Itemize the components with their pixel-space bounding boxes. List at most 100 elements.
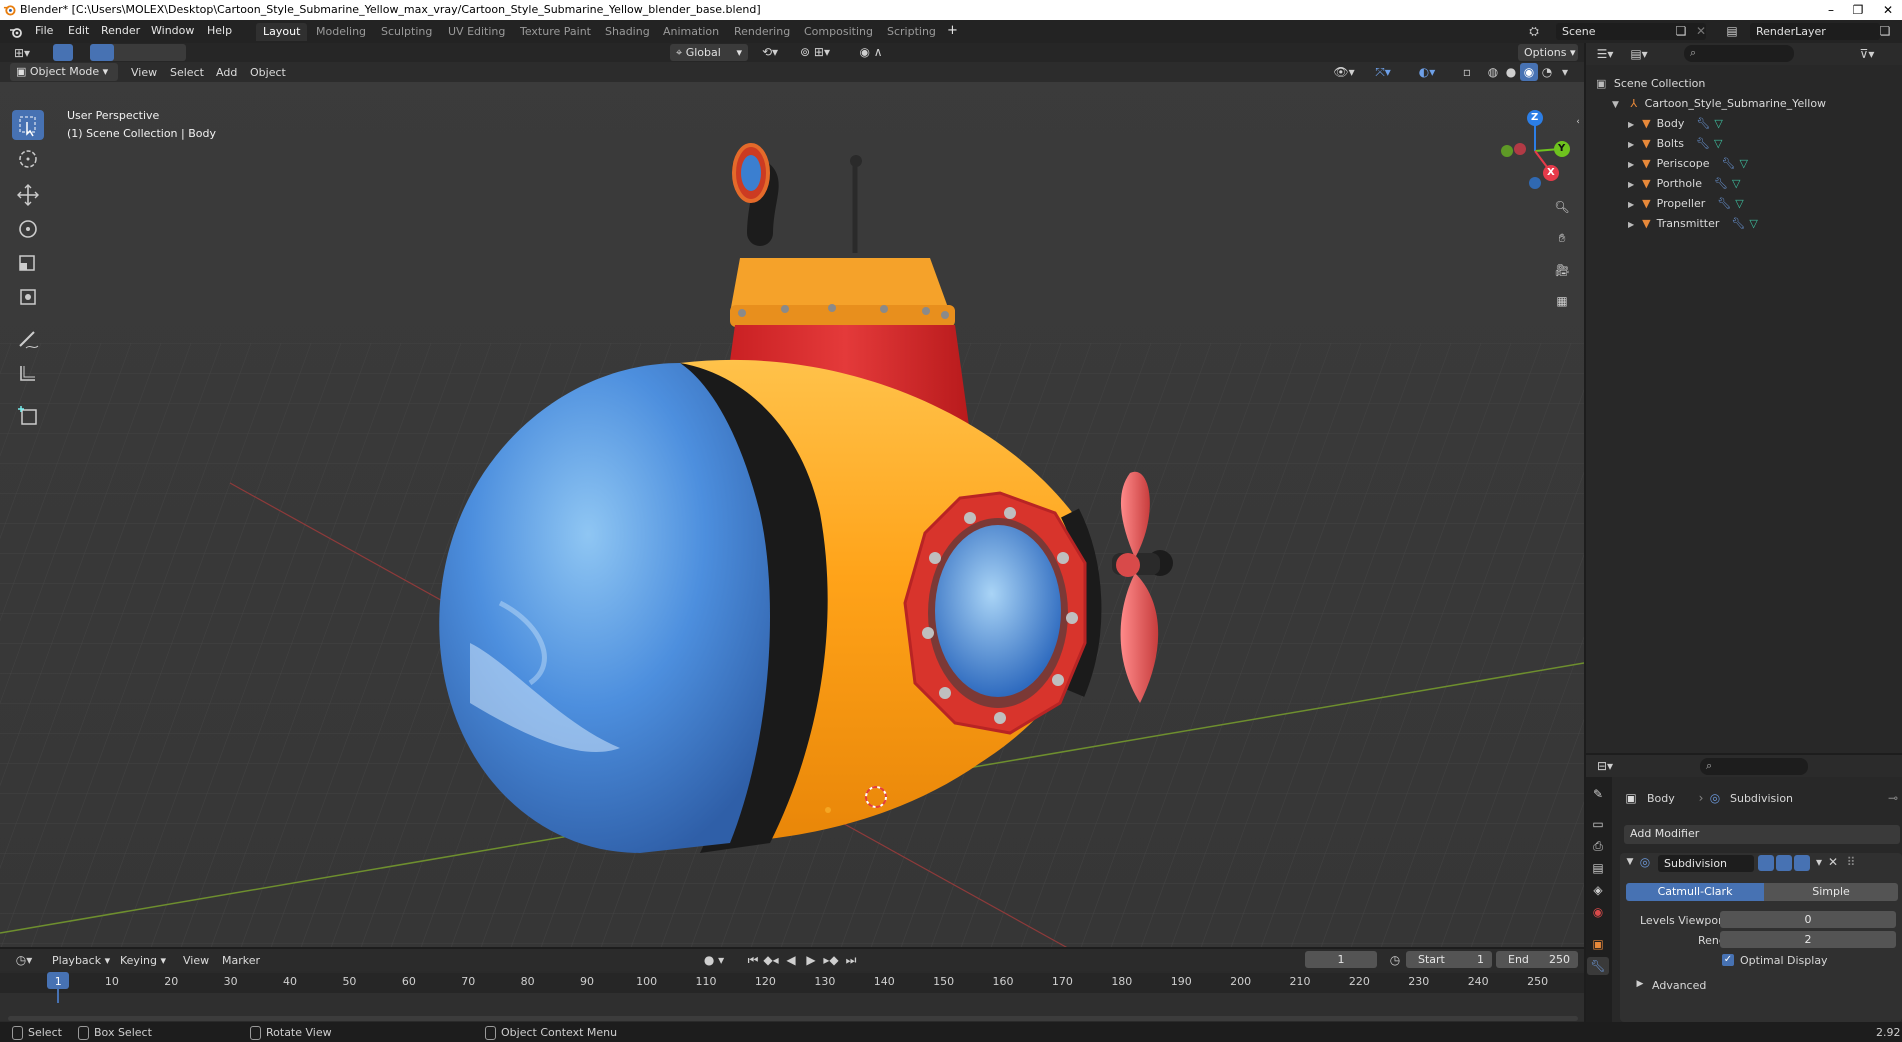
menu-file[interactable]: File <box>35 24 53 37</box>
cursor-tool-icon[interactable] <box>12 144 44 174</box>
camera-view-icon[interactable]: 🎥︎ <box>1552 261 1572 279</box>
annotate-tool-icon[interactable] <box>12 324 44 354</box>
render-properties-tab-icon[interactable]: ▭ <box>1589 815 1607 833</box>
object-mode-dropdown[interactable]: ▣ Object Mode ▾ <box>10 63 118 81</box>
mesh-data-icon[interactable]: ▽ <box>1714 117 1722 130</box>
timeline-scrollbar[interactable] <box>8 1016 1578 1021</box>
select-box-tool-icon[interactable] <box>12 110 44 140</box>
timeline-menu-keying[interactable]: Keying ▾ <box>120 954 166 967</box>
outliner-item-bolts[interactable]: ▶ ▼ Bolts 🔧︎ ▽ <box>1628 137 1902 157</box>
pivot-point-icon[interactable]: ⟲▾ <box>755 43 785 61</box>
toggle-perspective-icon[interactable]: ▦ <box>1552 292 1572 310</box>
workspace-tab-compositing[interactable]: Compositing <box>797 23 880 41</box>
viewport-menu-select[interactable]: Select <box>170 66 204 79</box>
workspace-tab-shading[interactable]: Shading <box>598 23 657 41</box>
menu-edit[interactable]: Edit <box>68 24 89 37</box>
tool-properties-tab-icon[interactable]: ✎ <box>1589 785 1607 803</box>
jump-next-keyframe-icon[interactable]: ▸◆ <box>823 951 839 969</box>
filter-icon[interactable]: ⊽▾ <box>1852 45 1882 63</box>
shading-options-icon[interactable]: ▾ <box>1558 63 1572 81</box>
new-scene-icon[interactable]: ❏ <box>1672 22 1690 40</box>
timeline-editor-type-icon[interactable]: ◷▾ <box>10 951 38 969</box>
workspace-tab-texture-paint[interactable]: Texture Paint <box>513 23 598 41</box>
outliner-scene-collection[interactable]: ▣ Scene Collection <box>1596 77 1896 97</box>
workspace-tab-uv-editing[interactable]: UV Editing <box>441 23 512 41</box>
start-frame-field[interactable]: Start 1 <box>1406 951 1492 968</box>
view-layer-icon[interactable]: ▤ <box>1722 22 1742 40</box>
viewport-menu-add[interactable]: Add <box>216 66 237 79</box>
proportional-editing-icon[interactable]: ◉ ∧ <box>846 43 896 61</box>
gizmo-x-label[interactable]: X <box>1547 167 1555 178</box>
modifier-icon[interactable]: 🔧︎ <box>1696 117 1710 130</box>
select-tool-settings-icon[interactable] <box>53 44 73 61</box>
edit-mode-toggle-icon[interactable] <box>1758 855 1774 871</box>
modifier-icon[interactable]: 🔧︎ <box>1714 177 1728 190</box>
expand-arrow-icon[interactable]: ▼ <box>1612 100 1619 110</box>
move-tool-icon[interactable] <box>12 180 44 210</box>
auto-keying-icon[interactable]: ● ▾ <box>700 951 728 969</box>
add-modifier-dropdown[interactable]: Add Modifier <box>1624 825 1900 844</box>
delete-scene-icon[interactable]: ✕ <box>1692 22 1710 40</box>
catmull-clark-button[interactable]: Catmull-Clark <box>1626 883 1764 901</box>
selection-mode-buttons[interactable] <box>90 44 186 61</box>
timeline-menu-playback[interactable]: Playback ▾ <box>52 954 110 967</box>
area-divider-vertical[interactable] <box>1584 43 1586 1022</box>
visibility-selectability-icon[interactable]: 👁︎▾ <box>1330 63 1358 81</box>
scale-tool-icon[interactable] <box>12 248 44 278</box>
world-properties-tab-icon[interactable]: ◉ <box>1589 903 1607 921</box>
workspace-tab-rendering[interactable]: Rendering <box>727 23 797 41</box>
collapse-modifier-icon[interactable]: ▼ <box>1624 853 1636 871</box>
gizmo-z-label[interactable]: Z <box>1531 112 1538 123</box>
add-workspace-button[interactable]: + <box>947 23 958 38</box>
outliner-item-body[interactable]: ▶ ▼ Body 🔧︎ ▽ <box>1628 117 1902 137</box>
advanced-expand-icon[interactable]: ▶ <box>1634 975 1646 993</box>
workspace-tab-layout[interactable]: Layout <box>256 23 308 41</box>
jump-start-icon[interactable]: ⏮ <box>745 951 761 969</box>
output-properties-tab-icon[interactable]: ⎙ <box>1589 837 1607 855</box>
pan-view-icon[interactable]: ✋︎ <box>1552 229 1572 247</box>
play-reverse-icon[interactable]: ◀ <box>783 951 799 969</box>
workspace-tab-sculpting[interactable]: Sculpting <box>374 23 439 41</box>
modifier-menu-icon[interactable]: ▾ <box>1812 853 1826 871</box>
outliner-item-propeller[interactable]: ▶ ▼ Propeller 🔧︎ ▽ <box>1628 197 1902 217</box>
mesh-data-icon[interactable]: ▽ <box>1749 217 1757 230</box>
mesh-data-icon[interactable]: ▽ <box>1735 197 1743 210</box>
render-levels-field[interactable]: 2 <box>1720 931 1896 948</box>
play-icon[interactable]: ▶ <box>803 951 819 969</box>
modifier-name-field[interactable]: Subdivision <box>1658 855 1754 872</box>
mesh-data-icon[interactable]: ▽ <box>1714 137 1722 150</box>
view-layer-tab-icon[interactable]: ▤ <box>1589 859 1607 877</box>
outliner-item-porthole[interactable]: ▶ ▼ Porthole 🔧︎ ▽ <box>1628 177 1902 197</box>
pin-icon[interactable]: ⊸ <box>1886 789 1900 807</box>
timeline-menu-marker[interactable]: Marker <box>222 954 260 967</box>
viewport-menu-view[interactable]: View <box>131 66 157 79</box>
outliner-search-input[interactable]: ⌕ <box>1684 45 1794 62</box>
editor-type-icon[interactable]: ⊞▾ <box>10 44 34 62</box>
measure-tool-icon[interactable] <box>12 358 44 388</box>
mesh-data-icon[interactable]: ▽ <box>1732 177 1740 190</box>
outliner-collection-row[interactable]: ▼ ⅄ Cartoon_Style_Submarine_Yellow <box>1612 97 1902 117</box>
transform-orientation-dropdown[interactable]: ⌖ Global ▾ <box>670 44 748 61</box>
add-cube-tool-icon[interactable] <box>12 400 44 430</box>
close-window-button[interactable]: ✕ <box>1880 2 1896 18</box>
expand-arrow-icon[interactable]: ▶ <box>1628 120 1634 129</box>
blender-menu-icon[interactable] <box>9 25 23 39</box>
properties-editor-type-icon[interactable]: ⊟▾ <box>1592 757 1618 775</box>
menu-help[interactable]: Help <box>207 24 232 37</box>
levels-viewport-field[interactable]: 0 <box>1720 911 1896 928</box>
remove-modifier-icon[interactable]: ✕ <box>1826 853 1840 871</box>
object-properties-tab-icon[interactable]: ▣ <box>1589 935 1607 953</box>
realtime-display-toggle-icon[interactable] <box>1776 855 1792 871</box>
current-frame-field[interactable]: 1 <box>1305 951 1377 968</box>
snapping-icon[interactable]: ⊚ ⊞▾ <box>790 43 840 61</box>
3d-viewport[interactable]: Z Y X User Perspective (1) Scene Collect… <box>0 43 1584 977</box>
shading-material-preview-icon[interactable]: ◉ <box>1520 63 1538 81</box>
minimize-button[interactable]: – <box>1823 2 1839 18</box>
modifier-icon[interactable]: 🔧︎ <box>1717 197 1731 210</box>
modifier-properties-tab-icon[interactable]: 🔧︎ <box>1587 957 1609 975</box>
display-mode-icon[interactable]: ▤▾ <box>1626 45 1652 63</box>
properties-search-input[interactable]: ⌕ <box>1700 758 1808 775</box>
optimal-display-checkbox[interactable]: ✓ <box>1722 954 1734 966</box>
timeline-menu-view[interactable]: View <box>183 954 209 967</box>
jump-prev-keyframe-icon[interactable]: ◆◂ <box>763 951 779 969</box>
